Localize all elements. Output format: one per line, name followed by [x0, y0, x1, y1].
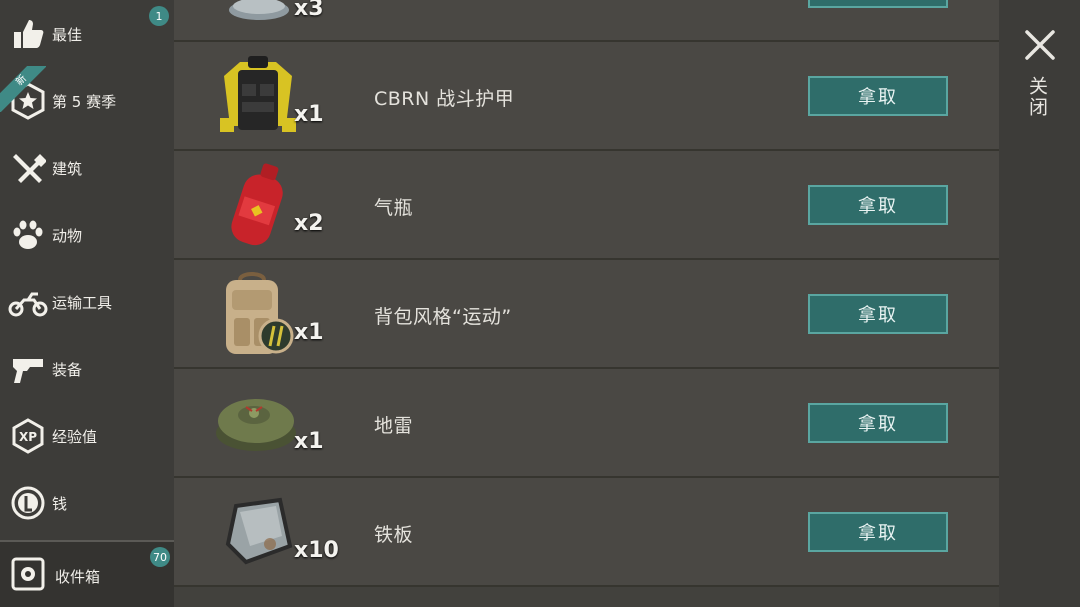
safe-icon: [10, 556, 46, 592]
backpack-icon: [226, 272, 294, 354]
sidebar-item-xp[interactable]: XP 经验值: [0, 406, 174, 466]
take-button[interactable]: [808, 0, 948, 8]
list-item: x3: [174, 0, 999, 42]
sidebar-item-label: 钱: [52, 494, 68, 513]
sidebar-item-label: 收件箱: [55, 568, 101, 586]
take-button[interactable]: 拿取: [808, 512, 948, 552]
reward-list[interactable]: x3 x1 CBRN 战斗护甲 拿取 x2 气瓶 拿取 x1 背包风格“运动” …: [174, 0, 999, 607]
item-quantity: x2: [294, 211, 324, 236]
armor-vest-icon: [220, 56, 296, 132]
list-item: x1 地雷 拿取: [174, 369, 999, 478]
item-name: 地雷: [374, 415, 414, 437]
coin-icon: [2, 477, 54, 529]
svg-text:XP: XP: [19, 430, 37, 444]
item-name: CBRN 战斗护甲: [374, 88, 515, 110]
iron-plate-icon: [225, 497, 293, 565]
list-item: x1 背包风格“运动” 拿取: [174, 260, 999, 369]
pistol-icon: [2, 343, 54, 395]
sidebar-item-best[interactable]: 最佳: [0, 4, 174, 64]
item-quantity: x1: [294, 102, 324, 127]
sidebar-item-label: 最佳: [52, 25, 83, 44]
landmine-icon: [216, 399, 296, 451]
take-button[interactable]: 拿取: [808, 76, 948, 116]
list-item: x10 铁板 拿取: [174, 478, 999, 587]
sidebar-item-animals[interactable]: 动物: [0, 205, 174, 265]
item-quantity: x1: [294, 320, 324, 345]
close-label[interactable]: 关闭: [1026, 76, 1051, 118]
storage-count-badge: 70: [150, 547, 170, 567]
sidebar-item-label: 建筑: [52, 159, 83, 178]
take-button[interactable]: 拿取: [808, 294, 948, 334]
xp-icon: XP: [2, 410, 54, 462]
category-sidebar: 最佳 1 第 5 赛季 新 建筑 动物 运输工具 装备 XP 经验值 钱 收件箱…: [0, 0, 174, 607]
hammer-wrench-icon: [2, 142, 54, 194]
sidebar-item-label: 经验值: [52, 427, 98, 446]
sidebar-item-building[interactable]: 建筑: [0, 138, 174, 198]
notification-badge: 1: [149, 6, 169, 26]
item-name: 气瓶: [374, 197, 414, 219]
item-name: 铁板: [374, 524, 414, 546]
sidebar-item-equipment[interactable]: 装备: [0, 339, 174, 399]
sidebar-item-label: 动物: [52, 226, 83, 245]
list-item: x2 气瓶 拿取: [174, 151, 999, 260]
list-item: x1 CBRN 战斗护甲 拿取: [174, 42, 999, 151]
new-ribbon: 新: [0, 66, 46, 112]
item-quantity: x1: [294, 429, 324, 454]
gas-cylinder-icon: [231, 163, 283, 246]
take-button[interactable]: 拿取: [808, 403, 948, 443]
item-quantity: x3: [294, 0, 324, 21]
motorcycle-icon: [2, 276, 54, 328]
sidebar-item-storage[interactable]: 收件箱: [0, 540, 174, 607]
new-label: 新: [0, 66, 46, 112]
close-icon[interactable]: [1021, 26, 1059, 64]
item-name: 背包风格“运动”: [374, 306, 512, 328]
sidebar-item-money[interactable]: 钱: [0, 473, 174, 533]
sidebar-item-label: 第 5 赛季: [52, 92, 117, 111]
item-quantity: x10: [294, 538, 339, 563]
sidebar-item-label: 运输工具: [52, 293, 113, 312]
take-button[interactable]: 拿取: [808, 185, 948, 225]
sidebar-item-transport[interactable]: 运输工具: [0, 272, 174, 332]
sidebar-item-label: 装备: [52, 360, 83, 379]
paw-icon: [2, 209, 54, 261]
food-can-icon: [229, 0, 289, 20]
close-panel: 关闭: [999, 0, 1080, 607]
thumbs-up-icon: [2, 8, 54, 60]
